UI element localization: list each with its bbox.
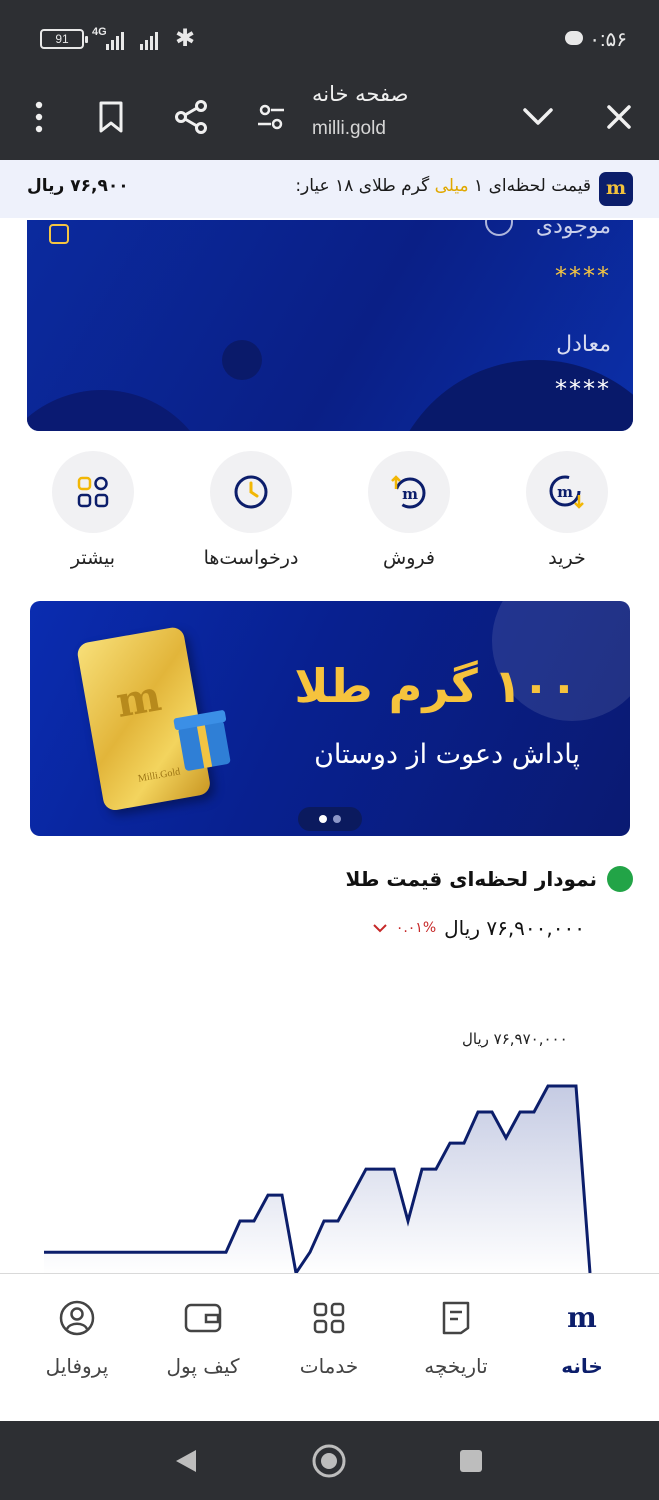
clock-time: ۰:۵۶ bbox=[589, 29, 627, 51]
wallet-icon bbox=[143, 1296, 263, 1340]
ticker-text: قیمت لحظه‌ای ۱ میلی گرم طلای ۱۸ عیار: bbox=[295, 176, 591, 196]
price-ticker: m قیمت لحظه‌ای ۱ میلی گرم طلای ۱۸ عیار: … bbox=[0, 160, 659, 218]
signal-icon bbox=[106, 30, 124, 50]
nav-history-label: تاریخچه bbox=[424, 1354, 488, 1378]
recents-icon[interactable] bbox=[453, 1443, 489, 1479]
nav-wallet-label: کیف پول bbox=[166, 1354, 240, 1378]
nav-wallet[interactable]: کیف پول bbox=[143, 1296, 263, 1378]
status-bar: 91 4G ✱ ۰:۵۶ bbox=[0, 0, 659, 76]
network-type: 4G bbox=[92, 26, 107, 38]
nav-profile-label: پروفایل bbox=[45, 1354, 109, 1378]
more-options-icon[interactable] bbox=[16, 94, 62, 140]
page-url[interactable]: milli.gold bbox=[312, 118, 386, 140]
back-icon[interactable] bbox=[168, 1443, 204, 1479]
gold-bar-letter: m bbox=[112, 670, 165, 727]
balance-value: **** bbox=[555, 262, 611, 290]
chart-title: نمودار لحظه‌ای قیمت طلا bbox=[345, 867, 597, 891]
buy-icon: m bbox=[526, 451, 608, 533]
quick-actions: m خرید m فروش درخواست‌ها بیشتر bbox=[0, 448, 659, 588]
battery-icon: 91 bbox=[40, 29, 88, 49]
profile-icon bbox=[17, 1296, 137, 1340]
hide-balance-icon[interactable] bbox=[485, 220, 513, 236]
gold-bar-illustration: m Milli.Gold bbox=[75, 620, 244, 817]
services-icon bbox=[269, 1296, 389, 1340]
carousel-indicator[interactable] bbox=[298, 807, 362, 831]
gold-box-icon[interactable] bbox=[49, 224, 69, 244]
banner-headline: ۱۰۰ گرم طلا bbox=[294, 659, 578, 713]
equivalent-label: معادل bbox=[556, 332, 611, 357]
chart-header: نمودار لحظه‌ای قیمت طلا bbox=[345, 866, 633, 892]
chart-peak-label: ۷۶,۹۷۰,۰۰۰ ریال bbox=[462, 1030, 568, 1048]
live-indicator-icon bbox=[607, 866, 633, 892]
gift-icon bbox=[177, 720, 231, 772]
chevron-down-icon bbox=[373, 924, 387, 933]
action-sell[interactable]: m فروش bbox=[344, 448, 474, 569]
ticker-price: ۷۶,۹۰۰ ریال bbox=[27, 176, 129, 196]
svg-text:m: m bbox=[402, 485, 418, 503]
bluetooth-icon: ✱ bbox=[175, 24, 196, 52]
action-buy[interactable]: m خرید bbox=[502, 448, 632, 569]
action-more[interactable]: بیشتر bbox=[28, 448, 158, 569]
nav-profile[interactable]: پروفایل bbox=[17, 1296, 137, 1378]
clock-icon bbox=[210, 451, 292, 533]
promo-banner[interactable]: m Milli.Gold ۱۰۰ گرم طلا پاداش دعوت از د… bbox=[30, 601, 630, 836]
nav-home-label: خانه bbox=[561, 1354, 603, 1378]
home-logo-icon: m bbox=[522, 1296, 642, 1340]
balance-label: موجودی bbox=[535, 220, 611, 239]
grid-icon bbox=[52, 451, 134, 533]
action-sell-label: فروش bbox=[383, 547, 435, 569]
card-decoration bbox=[222, 340, 262, 380]
action-requests-label: درخواست‌ها bbox=[203, 547, 299, 569]
close-icon[interactable] bbox=[596, 94, 642, 140]
carousel-dot[interactable] bbox=[333, 815, 341, 823]
wallet-card[interactable]: موجودی **** معادل **** bbox=[27, 220, 633, 431]
price-change: ۰.۰۱% bbox=[395, 920, 437, 936]
chevron-down-icon[interactable] bbox=[515, 94, 561, 140]
nav-home[interactable]: m خانه bbox=[522, 1296, 642, 1378]
svg-text:m: m bbox=[567, 1303, 597, 1333]
current-price-value: ۷۶,۹۰۰,۰۰۰ ریال bbox=[444, 916, 585, 940]
sell-icon: m bbox=[368, 451, 450, 533]
share-icon[interactable] bbox=[168, 94, 214, 140]
nav-services[interactable]: خدمات bbox=[269, 1296, 389, 1378]
action-buy-label: خرید bbox=[548, 547, 586, 569]
banner-subline: پاداش دعوت از دوستان bbox=[314, 739, 580, 770]
chart-area bbox=[44, 1086, 590, 1275]
history-icon bbox=[396, 1296, 516, 1340]
page-title: صفحه خانه bbox=[312, 82, 409, 106]
chat-notification-icon bbox=[565, 31, 583, 45]
bottom-navigation: پروفایل کیف پول خدمات تاریخچه m خانه bbox=[0, 1273, 659, 1421]
bookmark-icon[interactable] bbox=[88, 94, 134, 140]
gold-bar-mark: Milli.Gold bbox=[137, 766, 182, 785]
system-navigation bbox=[0, 1421, 659, 1500]
home-circle-icon[interactable] bbox=[311, 1443, 347, 1479]
action-requests[interactable]: درخواست‌ها bbox=[186, 448, 316, 569]
equivalent-value: **** bbox=[555, 375, 611, 403]
action-more-label: بیشتر bbox=[70, 547, 116, 569]
ticker-highlight: میلی bbox=[434, 176, 469, 196]
browser-toolbar: صفحه خانه milli.gold bbox=[0, 76, 659, 160]
signal-icon-2 bbox=[140, 30, 158, 50]
nav-history[interactable]: تاریخچه bbox=[396, 1296, 516, 1378]
nav-services-label: خدمات bbox=[299, 1354, 359, 1378]
svg-text:m: m bbox=[557, 483, 573, 501]
chart-current-price: ۷۶,۹۰۰,۰۰۰ ریال ۰.۰۱% bbox=[350, 916, 585, 940]
carousel-dot-active[interactable] bbox=[319, 815, 327, 823]
card-decoration bbox=[27, 390, 217, 431]
milli-logo-icon: m bbox=[599, 172, 633, 206]
site-settings-icon[interactable] bbox=[248, 94, 294, 140]
